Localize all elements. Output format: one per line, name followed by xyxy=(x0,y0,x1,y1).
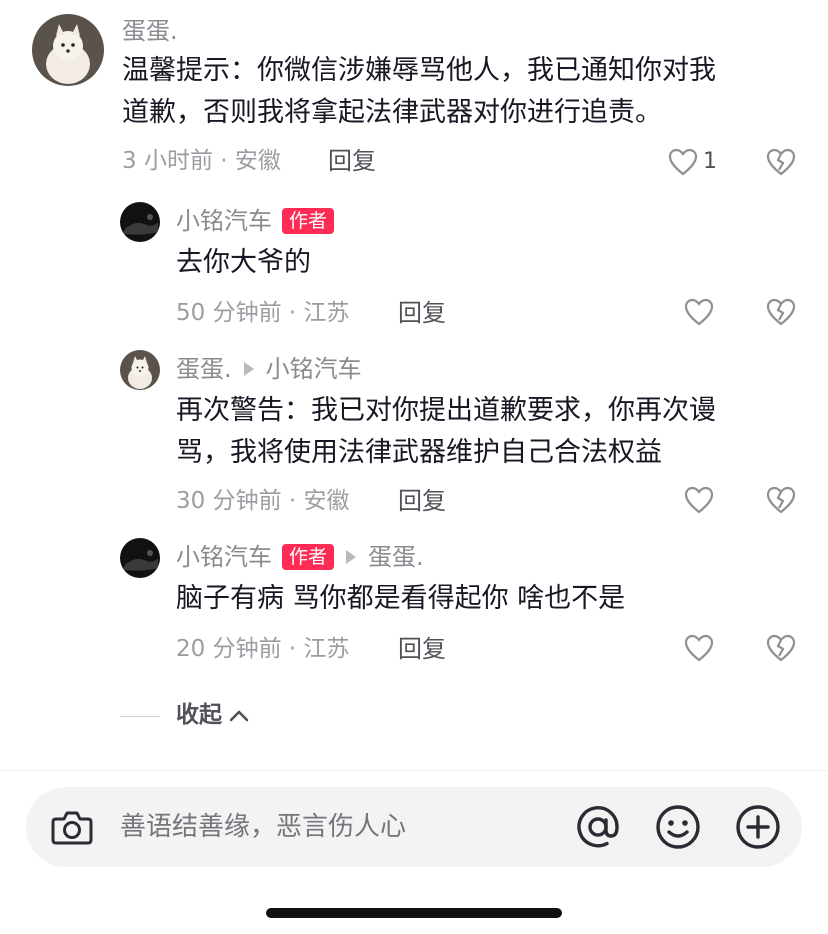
comment-author[interactable]: 小铭汽车 作者 蛋蛋. xyxy=(176,542,424,572)
comment-author[interactable]: 蛋蛋. 小铭汽车 xyxy=(176,354,362,384)
collapse-button[interactable]: 收起 xyxy=(176,700,250,730)
author-name[interactable]: 小铭汽车 xyxy=(176,206,272,236)
at-icon[interactable] xyxy=(574,803,622,851)
avatar[interactable] xyxy=(120,538,160,578)
reply-to-name[interactable]: 小铭汽车 xyxy=(266,354,362,384)
heart-icon[interactable] xyxy=(684,634,714,662)
collapse-label: 收起 xyxy=(176,702,222,728)
comment-text: 去你大爷的 xyxy=(176,247,311,278)
reply-button[interactable]: 回复 xyxy=(328,146,376,176)
comment-meta: 30 分钟前 · 安徽 xyxy=(176,488,350,514)
author-badge: 作者 xyxy=(282,544,335,570)
reply-button[interactable]: 回复 xyxy=(398,298,446,328)
comment-meta: 20 分钟前 · 江苏 xyxy=(176,636,350,662)
heart-icon[interactable] xyxy=(668,148,698,176)
chevron-up-icon xyxy=(229,710,249,722)
reply-button[interactable]: 回复 xyxy=(398,486,446,516)
comment-meta: 50 分钟前 · 江苏 xyxy=(176,300,350,326)
reply-button[interactable]: 回复 xyxy=(398,634,446,664)
like-count: 1 xyxy=(703,149,717,174)
author-name[interactable]: 蛋蛋. xyxy=(176,354,232,384)
collapse-divider xyxy=(120,716,160,717)
author-name[interactable]: 蛋蛋. xyxy=(122,16,178,46)
heart-icon[interactable] xyxy=(684,486,714,514)
comment-text-line: 道歉，否则我将拿起法律武器对你进行追责。 xyxy=(122,97,662,128)
avatar[interactable] xyxy=(120,202,160,242)
plus-icon[interactable] xyxy=(734,803,782,851)
comment-author[interactable]: 蛋蛋. xyxy=(122,16,178,46)
home-indicator[interactable] xyxy=(266,908,562,918)
comment-text: 脑子有病 骂你都是看得起你 啥也不是 xyxy=(176,583,626,614)
comment-input-bar[interactable]: 善语结善缘，恶言伤人心 xyxy=(26,787,802,867)
comment-meta: 3 小时前 · 安徽 xyxy=(122,148,281,174)
comment-input[interactable]: 善语结善缘，恶言伤人心 xyxy=(120,811,406,843)
camera-icon[interactable] xyxy=(50,807,94,847)
emoji-icon[interactable] xyxy=(654,803,702,851)
comment-author[interactable]: 小铭汽车 作者 xyxy=(176,206,335,236)
heart-icon[interactable] xyxy=(684,298,714,326)
reply-arrow-icon xyxy=(346,550,357,564)
comment-text-line: 再次警告：我已对你提出道歉要求，你再次谩 xyxy=(176,395,716,426)
broken-heart-icon[interactable] xyxy=(766,298,796,326)
reply-to-name[interactable]: 蛋蛋. xyxy=(368,542,424,572)
comment-text: 温馨提示：你微信涉嫌辱骂他人，我已通知你对我 道歉，否则我将拿起法律武器对你进行… xyxy=(122,50,802,134)
comment-text: 再次警告：我已对你提出道歉要求，你再次谩 骂，我将使用法律武器维护自己合法权益 xyxy=(176,390,796,474)
author-badge: 作者 xyxy=(282,208,335,234)
comment-text-line: 骂，我将使用法律武器维护自己合法权益 xyxy=(176,437,662,468)
broken-heart-icon[interactable] xyxy=(766,634,796,662)
broken-heart-icon[interactable] xyxy=(766,486,796,514)
avatar[interactable] xyxy=(32,14,104,86)
comment-text-line: 温馨提示：你微信涉嫌辱骂他人，我已通知你对我 xyxy=(122,55,716,86)
broken-heart-icon[interactable] xyxy=(766,148,796,176)
reply-arrow-icon xyxy=(243,362,254,376)
input-divider xyxy=(0,770,828,771)
author-name[interactable]: 小铭汽车 xyxy=(176,542,272,572)
avatar[interactable] xyxy=(120,350,160,390)
